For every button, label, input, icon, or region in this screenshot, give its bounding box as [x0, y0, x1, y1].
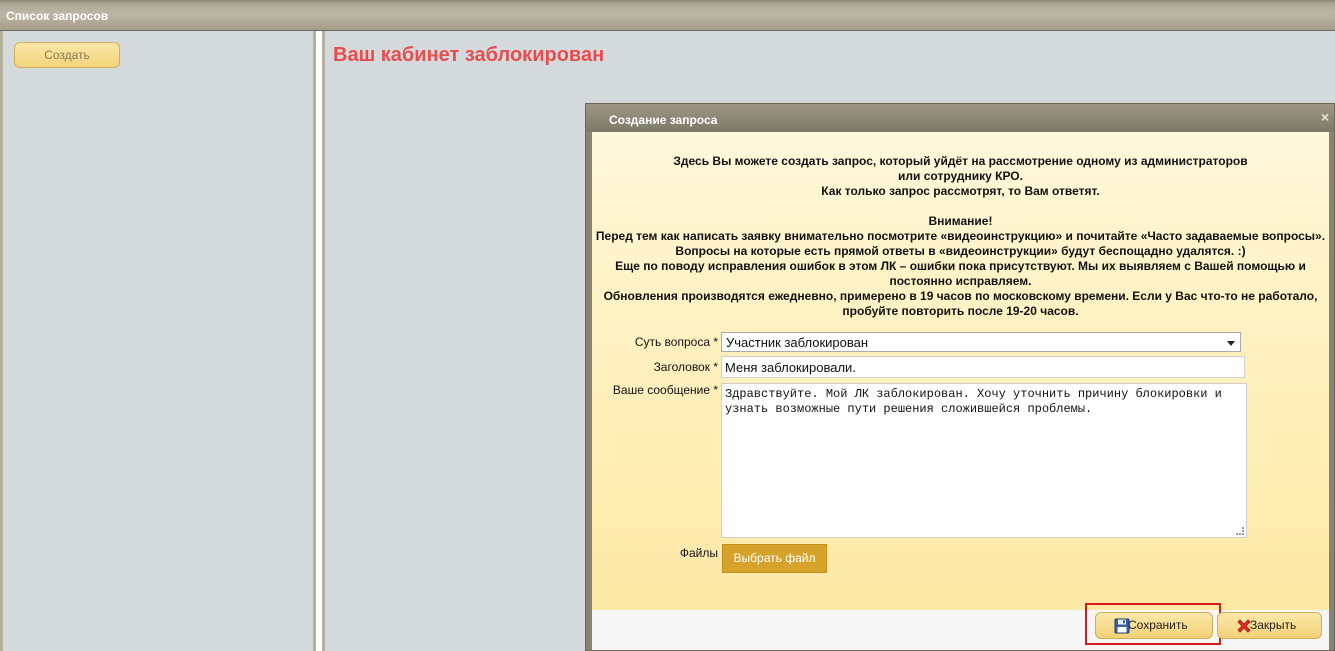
- files-label: Файлы: [679, 546, 718, 560]
- title-label: Заголовок *: [653, 360, 718, 374]
- dialog-title: Создание запроса: [609, 113, 718, 127]
- chevron-down-icon: [1227, 341, 1235, 346]
- intro-line: или сотруднику КРО.: [898, 169, 1023, 183]
- intro-line: Еще по поводу исправления ошибок в этом …: [615, 259, 1306, 288]
- close-button-label: Закрыть: [1250, 618, 1297, 632]
- dialog-footer: Сохранить Закрыть: [592, 603, 1329, 650]
- intro-line: Обновления производятся ежедневно, приме…: [603, 289, 1318, 318]
- message-text: Здравствуйте. Мой ЛК заблокирован. Хочу …: [725, 387, 1222, 416]
- left-panel: Создать: [0, 31, 316, 651]
- intro-line: Вопросы на которые есть прямой ответы в …: [675, 244, 1246, 258]
- requests-list-title: Список запросов: [6, 9, 109, 23]
- red-x-icon: [1237, 619, 1251, 633]
- floppy-disk-icon: [1114, 618, 1130, 634]
- resize-grip-icon[interactable]: [1236, 527, 1244, 535]
- close-icon[interactable]: ×: [1321, 110, 1329, 124]
- create-button[interactable]: Создать: [14, 42, 120, 68]
- save-button[interactable]: Сохранить: [1095, 612, 1213, 639]
- create-request-dialog: Создание запроса × Здесь Вы можете созда…: [585, 103, 1335, 651]
- intro-text: Здесь Вы можете создать запрос, который …: [592, 154, 1329, 319]
- choose-file-button[interactable]: Выбрать файл: [722, 544, 827, 573]
- attention-heading: Внимание!: [928, 214, 993, 228]
- intro-line: Перед тем как написать заявку внимательн…: [595, 229, 1326, 243]
- message-label: Ваше сообщение *: [612, 383, 718, 397]
- intro-line: Здесь Вы можете создать запрос, который …: [673, 154, 1248, 168]
- message-textarea[interactable]: Здравствуйте. Мой ЛК заблокирован. Хочу …: [721, 383, 1247, 538]
- dialog-body: Здесь Вы можете создать запрос, который …: [592, 132, 1329, 610]
- save-button-label: Сохранить: [1128, 618, 1188, 632]
- close-button[interactable]: Закрыть: [1217, 612, 1322, 639]
- intro-line-spacer: [592, 199, 1329, 214]
- dialog-header[interactable]: Создание запроса ×: [586, 104, 1334, 132]
- title-input[interactable]: [721, 356, 1245, 378]
- blocked-cabinet-title: Ваш кабинет заблокирован: [333, 44, 605, 66]
- topic-select-value: Участник заблокирован: [726, 335, 869, 350]
- top-bar: Список запросов: [0, 0, 1335, 31]
- topic-select[interactable]: Участник заблокирован: [721, 332, 1241, 352]
- topic-label: Суть вопроса *: [634, 335, 718, 349]
- intro-line: Как только запрос рассмотрят, то Вам отв…: [821, 184, 1100, 198]
